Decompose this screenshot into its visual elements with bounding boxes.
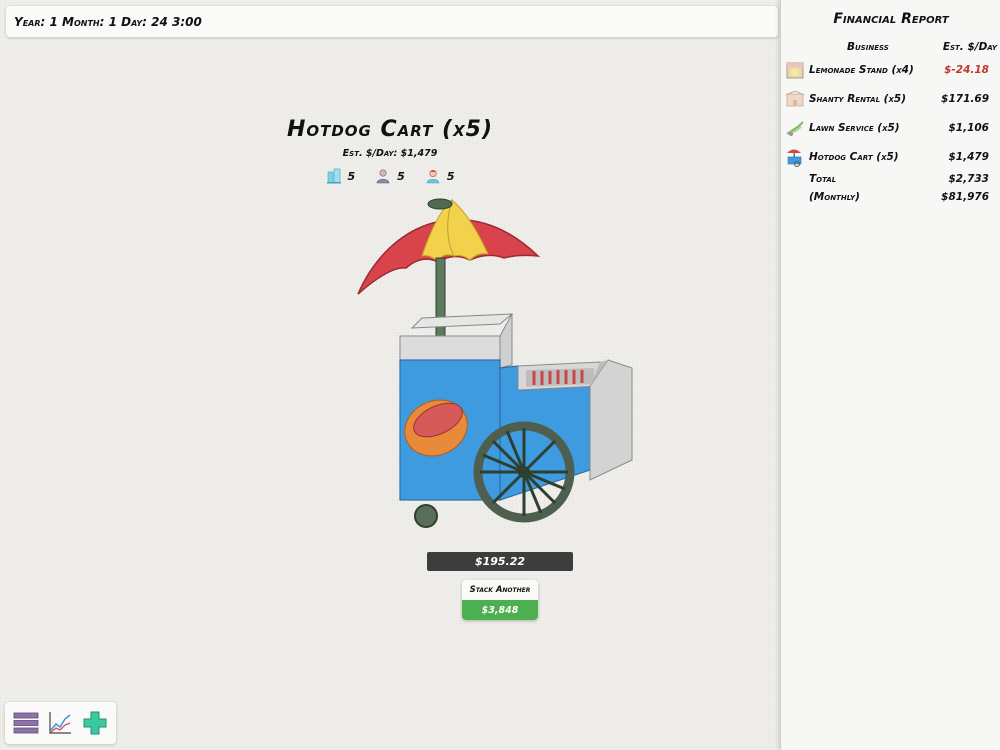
business-name: Shanty Rental (x5): [809, 93, 906, 105]
stat-workers: 5: [375, 168, 405, 184]
lawn-mower-icon: [786, 121, 804, 136]
report-row[interactable]: Shanty Rental (x5) $171.69: [781, 88, 1000, 110]
total-value: $2,733: [948, 173, 989, 185]
report-row[interactable]: Hotdog Cart (x5) $1,479: [781, 146, 1000, 168]
report-row[interactable]: Lemonade Stand (x4) $-24.18: [781, 59, 1000, 81]
business-value: $1,106: [948, 122, 989, 134]
business-title: Hotdog Cart (x5): [286, 117, 494, 142]
current-earnings-bar: $195.22: [427, 552, 573, 571]
financial-report-panel: Financial Report Business Est. $/Day Lem…: [780, 0, 1000, 750]
hotdog-cart-icon: [787, 149, 802, 167]
date-text: Year: 1 Month: 1 Day: 24 3:00: [14, 14, 202, 29]
building-icon: [326, 168, 341, 184]
bottom-toolbar: [5, 702, 116, 744]
business-stats: 5 5 5: [0, 168, 780, 184]
stat-value: 5: [446, 169, 455, 183]
stack-another-button[interactable]: Stack Another $3,848: [462, 580, 538, 620]
menu-button[interactable]: [12, 709, 40, 737]
stat-value: 5: [397, 169, 405, 183]
stack-another-label: Stack Another: [462, 580, 538, 600]
grill-lines: [532, 370, 584, 385]
business-value: $1,479: [948, 151, 989, 163]
shanty-icon: [785, 90, 805, 107]
business-name: Lawn Service (x5): [809, 122, 900, 134]
business-value: $171.69: [941, 93, 989, 105]
column-header-business: Business: [847, 41, 889, 53]
stack-another-price: $3,848: [462, 600, 538, 620]
hotdog-cart-illustration: [357, 198, 633, 528]
report-row[interactable]: Lawn Service (x5) $1,106: [781, 117, 1000, 139]
report-title: Financial Report: [833, 11, 949, 27]
lemonade-stand-icon: [786, 62, 804, 79]
stat-buildings: 5: [326, 168, 356, 184]
monthly-label: (Monthly): [809, 191, 860, 203]
cart-wheel: [473, 421, 575, 523]
add-icon: [83, 711, 107, 735]
business-est-per-day: Est. $/Day: $1,479: [342, 148, 438, 159]
total-label: Total: [809, 173, 837, 185]
business-name: Lemonade Stand (x4): [809, 64, 914, 76]
customer-icon: [426, 169, 440, 184]
stat-customers: 5: [425, 168, 455, 184]
stat-value: 5: [347, 169, 356, 183]
column-header-est: Est. $/Day: [942, 41, 997, 53]
chart-button[interactable]: [46, 709, 74, 737]
business-value: $-24.18: [944, 64, 989, 76]
menu-icon: [13, 712, 39, 734]
chart-icon: [49, 712, 72, 734]
business-name: Hotdog Cart (x5): [809, 151, 899, 163]
add-business-button[interactable]: [81, 709, 109, 737]
date-bar: Year: 1 Month: 1 Day: 24 3:00: [6, 6, 778, 37]
worker-icon: [376, 169, 390, 184]
monthly-value: $81,976: [941, 191, 989, 203]
